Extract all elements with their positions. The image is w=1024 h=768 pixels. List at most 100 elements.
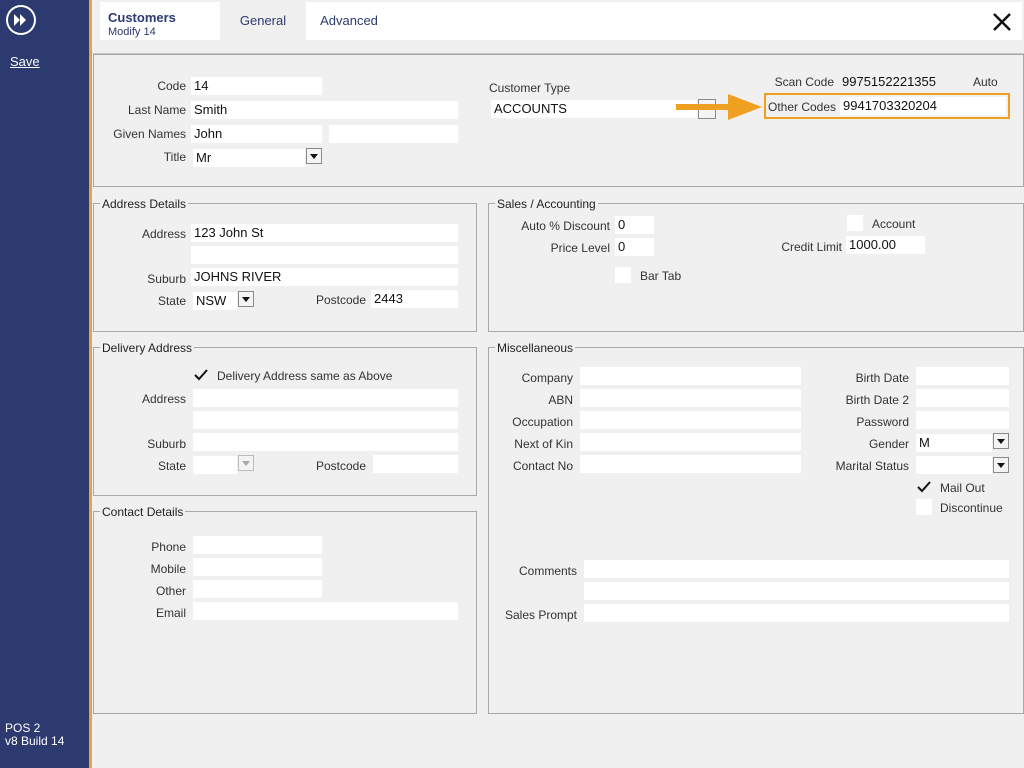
delivery-suburb-label: Suburb	[147, 437, 186, 451]
comments-line-2-field[interactable]	[584, 582, 1009, 600]
credit-limit-label: Credit Limit	[781, 240, 842, 254]
abn-label: ABN	[548, 393, 573, 407]
delivery-address-line-1-field[interactable]	[193, 389, 458, 407]
customer-type-field[interactable]: ACCOUNTS	[491, 100, 697, 118]
gender-dropdown-button[interactable]	[993, 433, 1009, 449]
mail-out-label: Mail Out	[940, 481, 985, 495]
password-label: Password	[856, 415, 909, 429]
delivery-address-legend: Delivery Address	[100, 341, 195, 355]
scan-code-label: Scan Code	[774, 75, 834, 89]
delivery-state-select[interactable]	[193, 456, 237, 474]
discontinue-label: Discontinue	[940, 501, 1003, 515]
price-level-label: Price Level	[550, 241, 610, 255]
chevron-down-icon	[997, 438, 1005, 444]
abn-field[interactable]	[580, 389, 801, 407]
delivery-address-line-2-field[interactable]	[193, 411, 458, 429]
contact-no-field[interactable]	[580, 455, 801, 473]
delivery-postcode-label: Postcode	[315, 459, 366, 473]
contact-no-label: Contact No	[512, 459, 573, 473]
code-field[interactable]: 14	[191, 77, 322, 95]
address-line-2-field[interactable]	[191, 246, 458, 264]
page-subtitle: Modify 14	[108, 26, 156, 38]
last-name-field[interactable]: Smith	[191, 101, 458, 119]
close-icon[interactable]	[988, 8, 1016, 36]
delivery-suburb-field[interactable]	[193, 433, 458, 451]
phone-label: Phone	[151, 540, 186, 554]
tab-strip-background	[392, 2, 1022, 40]
chevron-down-icon	[242, 296, 250, 302]
discontinue-checkbox[interactable]	[916, 499, 932, 515]
marital-status-dropdown-button[interactable]	[993, 457, 1009, 473]
birth-date-2-field[interactable]	[916, 389, 1009, 407]
mobile-label: Mobile	[150, 562, 186, 576]
mail-out-checkbox[interactable]	[916, 479, 932, 495]
occupation-label: Occupation	[512, 415, 573, 429]
version-line-2: v8 Build 14	[5, 734, 65, 748]
next-of-kin-label: Next of Kin	[514, 437, 573, 451]
delivery-address-label: Address	[141, 392, 186, 406]
given-names-label: Given Names	[113, 127, 186, 141]
state-select[interactable]: NSW	[193, 292, 237, 310]
company-label: Company	[521, 371, 573, 385]
tab-general-label: General	[239, 13, 287, 28]
title-label: Title	[163, 150, 186, 164]
sidebar-accent-bar	[89, 0, 92, 768]
chevron-down-icon	[997, 462, 1005, 468]
app-logo-icon[interactable]	[6, 5, 36, 35]
delivery-postcode-field[interactable]	[373, 455, 458, 473]
other-codes-label: Other Codes	[768, 100, 837, 114]
delivery-state-dropdown-button[interactable]	[238, 455, 254, 471]
next-of-kin-field[interactable]	[580, 433, 801, 451]
title-tab: Customers Modify 14	[100, 2, 220, 40]
title-select[interactable]: Mr	[193, 149, 305, 167]
delivery-same-checkbox[interactable]	[193, 367, 209, 383]
price-level-field[interactable]: 0	[615, 238, 654, 256]
postcode-field[interactable]: 2443	[371, 290, 458, 308]
chevron-down-icon	[242, 460, 250, 466]
address-details-legend: Address Details	[100, 197, 189, 211]
last-name-label: Last Name	[127, 103, 186, 117]
scan-code-auto-label[interactable]: Auto	[973, 75, 998, 89]
delivery-same-label: Delivery Address same as Above	[217, 369, 393, 383]
given-names-field-2[interactable]	[329, 125, 458, 143]
version-info: POS 2 v8 Build 14	[5, 722, 64, 748]
page-title: Customers	[108, 10, 176, 25]
other-codes-field[interactable]: 9941703320204	[840, 97, 1006, 115]
birth-date-field[interactable]	[916, 367, 1009, 385]
occupation-field[interactable]	[580, 411, 801, 429]
given-names-field[interactable]: John	[191, 125, 322, 143]
suburb-field[interactable]: JOHNS RIVER	[191, 268, 458, 286]
marital-status-select[interactable]	[916, 456, 992, 474]
bar-tab-label: Bar Tab	[640, 269, 682, 283]
other-label: Other	[155, 584, 186, 598]
state-dropdown-button[interactable]	[238, 291, 254, 307]
account-label: Account	[872, 217, 916, 231]
comments-line-1-field[interactable]	[584, 560, 1009, 578]
code-label: Code	[157, 79, 186, 93]
gender-select[interactable]: M	[916, 434, 992, 452]
sales-prompt-field[interactable]	[584, 604, 1009, 622]
auto-discount-field[interactable]: 0	[615, 216, 654, 234]
tab-advanced[interactable]: Advanced	[306, 2, 392, 40]
state-label: State	[157, 294, 186, 308]
delivery-state-label: State	[157, 459, 186, 473]
miscellaneous-legend: Miscellaneous	[495, 341, 576, 355]
check-icon	[917, 481, 931, 493]
email-field[interactable]	[193, 602, 458, 620]
address-line-1-field[interactable]: 123 John St	[191, 224, 458, 242]
password-field[interactable]	[916, 411, 1009, 429]
other-phone-field[interactable]	[193, 580, 322, 598]
check-icon	[194, 369, 208, 381]
suburb-label: Suburb	[147, 272, 186, 286]
phone-field[interactable]	[193, 536, 322, 554]
credit-limit-field[interactable]: 1000.00	[846, 236, 925, 254]
comments-label: Comments	[518, 564, 577, 578]
mobile-field[interactable]	[193, 558, 322, 576]
account-checkbox[interactable]	[847, 215, 863, 231]
company-field[interactable]	[580, 367, 801, 385]
title-dropdown-button[interactable]	[306, 148, 322, 164]
tab-general[interactable]: General	[220, 2, 306, 40]
gender-label: Gender	[868, 437, 909, 451]
save-button[interactable]: Save	[10, 54, 40, 69]
bar-tab-checkbox[interactable]	[615, 267, 631, 283]
